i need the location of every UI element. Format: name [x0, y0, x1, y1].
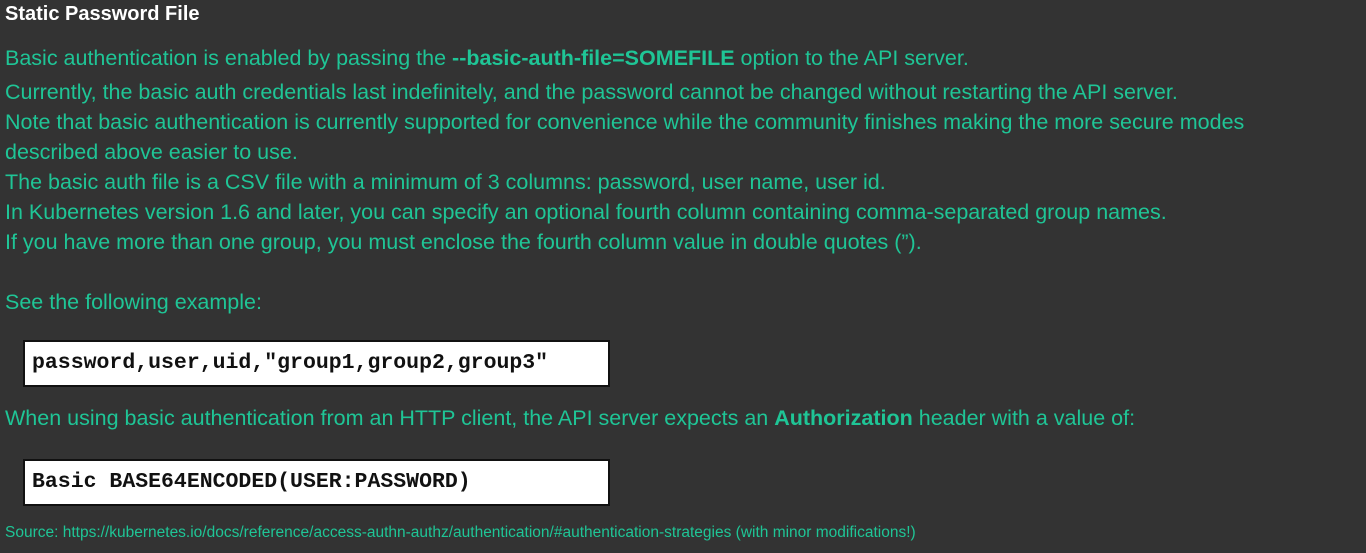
paragraph-line-2: Currently, the basic auth credentials la… [5, 80, 1178, 104]
line-1-text-before: Basic authentication is enabled by passi… [5, 46, 453, 70]
slide-title: Static Password File [5, 3, 200, 25]
option-flag-text: --basic-auth-file=SOMEFILE [452, 46, 735, 70]
header-line-text-before: When using basic authentication from an … [5, 406, 775, 430]
header-line-text-after: header with a value of: [912, 406, 1136, 430]
paragraph-line-4: described above easier to use. [5, 140, 298, 164]
source-citation: Source: https://kubernetes.io/docs/refer… [5, 524, 916, 541]
auth-header-code-box: Basic BASE64ENCODED(USER:PASSWORD) [23, 459, 610, 506]
paragraph-line-5: The basic auth file is a CSV file with a… [5, 170, 886, 194]
paragraph-line-7: If you have more than one group, you mus… [5, 230, 922, 254]
example-intro: See the following example: [5, 290, 262, 314]
auth-header-code: Basic BASE64ENCODED(USER:PASSWORD) [32, 470, 471, 494]
authorization-header-line: When using basic authentication from an … [5, 403, 1135, 433]
csv-example-code-box: password,user,uid,"group1,group2,group3" [23, 340, 610, 387]
csv-example-code: password,user,uid,"group1,group2,group3" [32, 351, 549, 375]
authorization-keyword: Authorization [774, 406, 913, 430]
paragraph-line-3: Note that basic authentication is curren… [5, 110, 1245, 134]
line-1-text-after: option to the API server. [734, 46, 969, 70]
paragraph-line-1: Basic authentication is enabled by passi… [5, 43, 969, 73]
paragraph-line-6: In Kubernetes version 1.6 and later, you… [5, 200, 1167, 224]
